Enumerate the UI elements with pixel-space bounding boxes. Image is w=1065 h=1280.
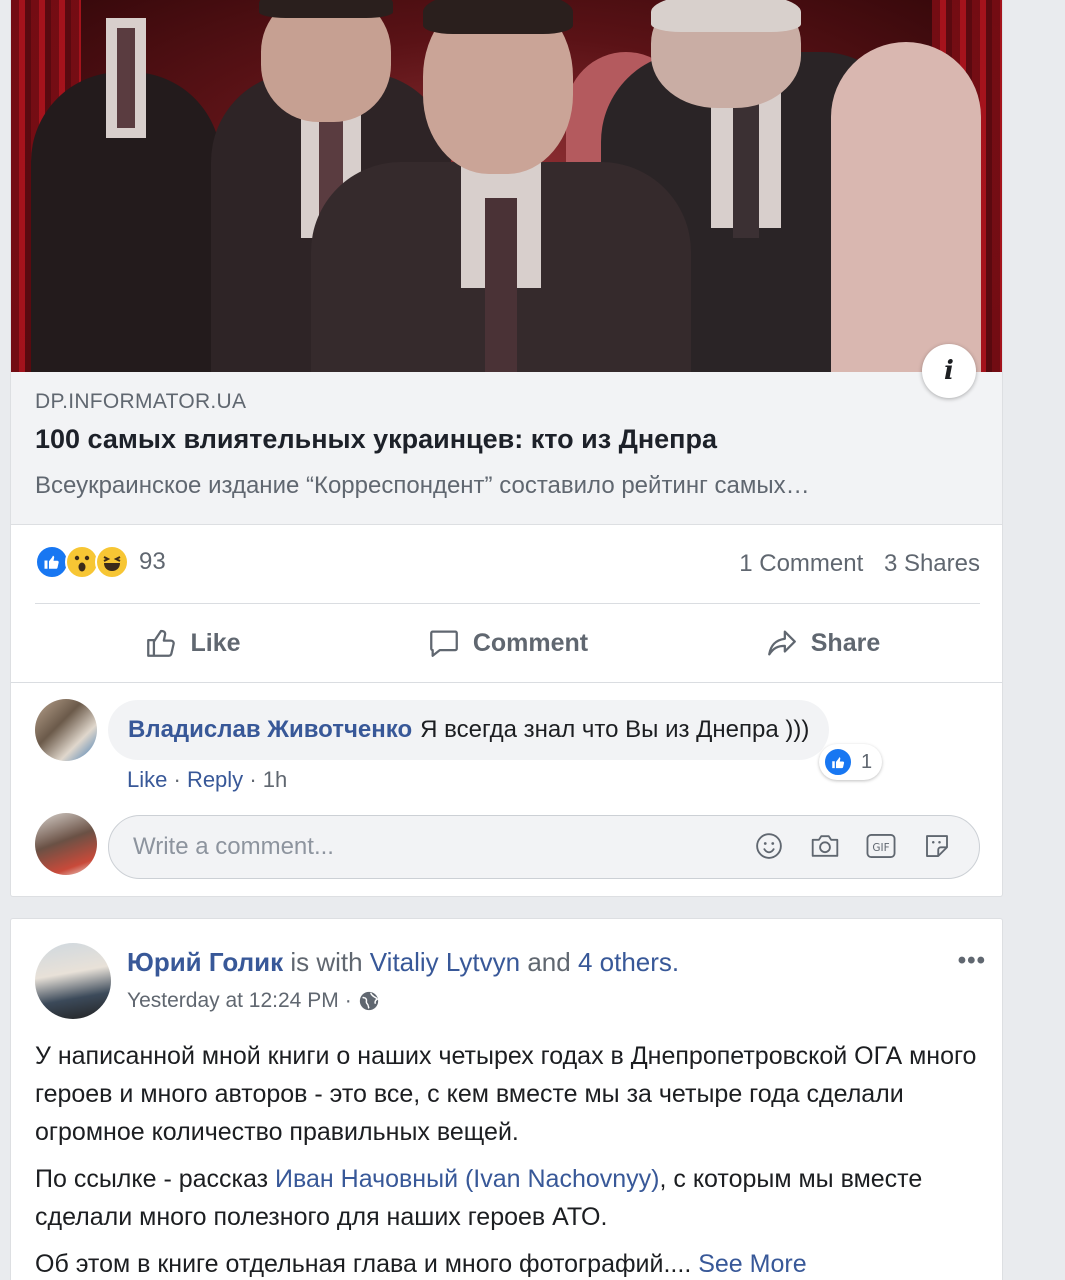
comment-icon (429, 630, 458, 657)
tagged-others[interactable]: 4 others. (578, 947, 679, 977)
share-button[interactable]: Share (665, 604, 980, 682)
sticker-icon[interactable] (921, 830, 953, 862)
photo-person (811, 0, 981, 372)
emoji-icon[interactable] (753, 830, 785, 862)
comment-reaction-count: 1 (861, 750, 873, 773)
write-comment-placeholder: Write a comment... (133, 833, 334, 860)
post-body: У написанной мной книги о наших четырех … (35, 1037, 985, 1280)
post-timestamp[interactable]: Yesterday at 12:24 PM (127, 989, 339, 1013)
see-more-link[interactable]: See More (698, 1250, 806, 1278)
comments-count-link[interactable]: 1 Comment (739, 550, 863, 577)
current-user-avatar[interactable] (35, 813, 97, 875)
globe-icon[interactable] (358, 990, 380, 1012)
comment-time[interactable]: 1h (263, 767, 287, 792)
with-text: is with (290, 947, 363, 977)
shares-count-link[interactable]: 3 Shares (884, 550, 980, 577)
separator: · (249, 767, 257, 792)
like-reaction-icon (823, 747, 853, 777)
link-title[interactable]: 100 самых влиятельных украинцев: кто из … (35, 424, 717, 455)
comment-label: Comment (472, 628, 589, 657)
reactions-summary[interactable]: 93 (35, 545, 166, 579)
post-actions: Like Comment Share (35, 604, 980, 682)
mentioned-user-link[interactable]: Иван Начовный (Ivan Nachovnyy) (275, 1165, 659, 1193)
link-description: Всеукраинское издание “Корреспондент” со… (35, 472, 810, 499)
post-stats: 93 1 Comment 3 Shares (35, 545, 980, 585)
link-domain: DP.INFORMATOR.UA (35, 390, 247, 413)
comments-section: Владислав Животченко Я всегда знал что В… (11, 682, 1002, 895)
photo-person (311, 0, 691, 372)
write-comment-input[interactable]: Write a comment... GIF (108, 815, 980, 879)
photo-person (31, 0, 221, 372)
post-paragraph: По ссылке - рассказ Иван Начовный (Ivan … (35, 1160, 985, 1236)
link-preview[interactable]: DP.INFORMATOR.UA 100 самых влиятельных у… (11, 372, 1002, 525)
tagged-user[interactable]: Vitaliy Lytvyn (370, 947, 520, 977)
author-avatar[interactable] (35, 943, 111, 1019)
share-icon (767, 630, 796, 656)
post-paragraph: У написанной мной книги о наших четырех … (35, 1042, 977, 1146)
avatar[interactable] (35, 699, 97, 761)
svg-text:GIF: GIF (872, 842, 889, 854)
post-paragraph: Об этом в книге отдельная глава и много … (35, 1245, 985, 1280)
share-label: Share (810, 628, 881, 657)
comment-author[interactable]: Владислав Животченко (128, 716, 412, 744)
paragraph-text: Об этом в книге отдельная глава и много … (35, 1250, 692, 1278)
wow-reaction-icon (65, 545, 99, 579)
post-card: i DP.INFORMATOR.UA 100 самых влиятельных… (10, 0, 1003, 897)
paragraph-text: По ссылке - рассказ (35, 1165, 269, 1193)
comment-button[interactable]: Comment (350, 604, 665, 682)
gif-icon[interactable]: GIF (865, 830, 897, 862)
comment-reactions[interactable]: 1 (819, 744, 883, 780)
reaction-count: 93 (139, 548, 166, 575)
comment-like-link[interactable]: Like (127, 767, 167, 792)
haha-reaction-icon (95, 545, 129, 579)
comment-text: Я всегда знал что Вы из Днепра ))) (420, 716, 810, 743)
comment-meta: Like · Reply · 1h (127, 767, 287, 793)
thumbs-up-icon (147, 629, 176, 657)
post-author[interactable]: Юрий Голик (127, 947, 283, 977)
like-button[interactable]: Like (35, 604, 350, 682)
comment-bubble: Владислав Животченко Я всегда знал что В… (108, 700, 830, 760)
info-button[interactable]: i (922, 344, 976, 398)
post-card: Юрий Голик is with Vitaliy Lytvyn and 4 … (10, 918, 1003, 1280)
separator: · (344, 989, 352, 1012)
comment-reply-link[interactable]: Reply (187, 767, 243, 792)
like-label: Like (190, 628, 241, 657)
link-preview-image[interactable] (11, 0, 1002, 372)
camera-icon[interactable] (809, 830, 841, 862)
more-options-icon[interactable]: ••• (958, 947, 986, 975)
like-reaction-icon (35, 545, 69, 579)
and-text: and (527, 947, 571, 977)
separator: · (173, 767, 181, 792)
post-timestamp-row: Yesterday at 12:24 PM · (127, 989, 380, 1013)
post-header: Юрий Голик is with Vitaliy Lytvyn and 4 … (127, 947, 679, 978)
